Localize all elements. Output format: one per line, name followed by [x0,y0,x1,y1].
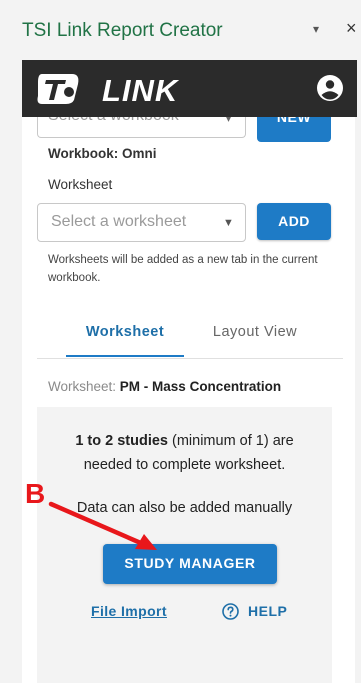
studies-requirement: 1 to 2 studies (minimum of 1) are [37,433,332,449]
add-worksheet-button[interactable]: ADD [257,203,331,240]
current-worksheet-label: Worksheet: [48,379,117,394]
help-circle-icon[interactable] [222,603,239,620]
chevron-down-icon: ▾ [225,117,231,125]
new-workbook-label: NEW [276,117,312,125]
worksheet-section-label: Worksheet [48,177,113,192]
addin-header: LINK [22,60,357,117]
link-logo-text: LINK [102,73,179,108]
current-worksheet: Worksheet: PM - Mass Concentration [48,379,281,394]
current-worksheet-name: PM - Mass Concentration [119,379,282,394]
studies-requirement-line2: needed to complete worksheet. [83,457,286,473]
workbook-select[interactable]: Select a workbook ▾ [37,117,246,138]
file-import-link[interactable]: File Import [91,603,167,619]
worksheet-select-placeholder: Select a worksheet [51,213,187,230]
workbook-label: Workbook: [48,146,119,161]
tab-divider [37,358,343,359]
tsi-logo-icon [37,74,79,104]
red-arrow-icon [48,501,157,550]
workbook-info: Workbook: Omni [48,146,157,161]
pane-options-chevron-icon[interactable]: ▾ [313,22,319,36]
new-workbook-button[interactable]: NEW [257,117,331,142]
account-circle-icon[interactable] [316,74,344,102]
tab-layout-view[interactable]: Layout View [196,324,314,340]
chevron-down-icon: ▼ [223,217,234,229]
worksheet-select[interactable]: Select a worksheet ▼ [37,203,246,242]
workbook-select-placeholder: Select a workbook [48,117,179,125]
worksheet-hint: Worksheets will be added as a new tab in… [48,254,318,284]
annotation-letter: B [25,478,46,509]
studies-count: 1 to 2 studies [75,433,168,449]
pane-close-icon[interactable]: × [346,18,357,39]
tab-worksheet[interactable]: Worksheet [68,324,182,340]
pane-title: TSI Link Report Creator [22,20,223,41]
studies-min: (minimum of 1) are [167,433,294,449]
add-worksheet-label: ADD [278,213,310,229]
workbook-name: Omni [122,146,157,161]
study-manager-label: STUDY MANAGER [124,555,256,571]
help-link[interactable]: HELP [248,603,287,619]
active-tab-indicator [66,355,184,357]
